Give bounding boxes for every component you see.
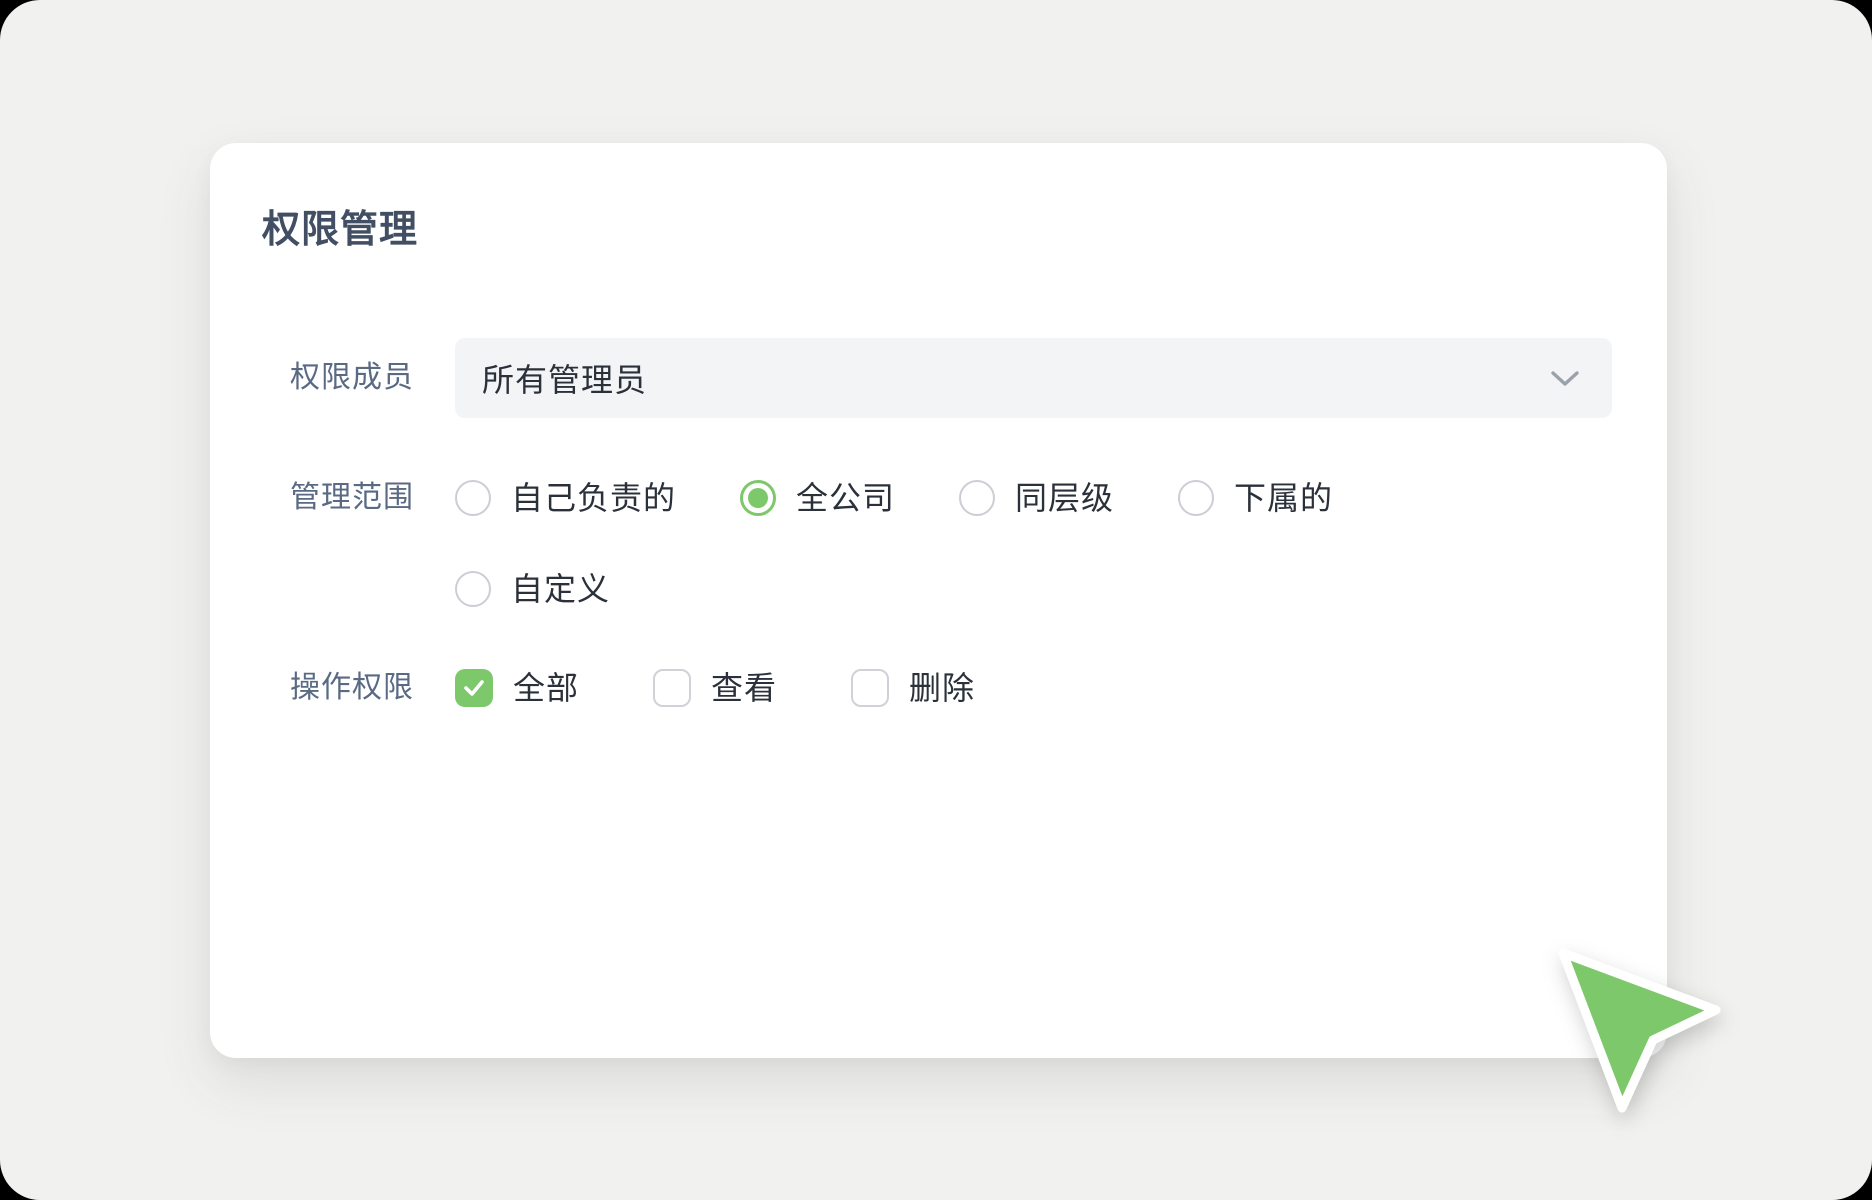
member-label: 权限成员 — [290, 338, 455, 418]
scope-radio-option[interactable]: 全公司 — [740, 480, 895, 516]
actions-checkbox-option[interactable]: 查看 — [653, 669, 777, 707]
scope-option-label: 自己负责的 — [511, 480, 676, 516]
radio-selected-icon[interactable] — [740, 480, 776, 516]
scope-radio-option[interactable]: 同层级 — [959, 480, 1114, 516]
scope-label: 管理范围 — [290, 480, 455, 516]
actions-checkbox-option[interactable]: 全部 — [455, 669, 579, 707]
radio-unselected-icon[interactable] — [455, 480, 491, 516]
member-row: 权限成员 所有管理员 — [290, 338, 1667, 418]
permission-form: 权限成员 所有管理员 管理范围 自己负责的 全公司 同层级 下属的自定义 操作权限 全… — [290, 338, 1667, 707]
actions-checkbox-option[interactable]: 删除 — [851, 669, 975, 707]
member-select[interactable]: 所有管理员 — [455, 338, 1612, 418]
actions-row: 操作权限 全部 查看 删除 — [290, 669, 1667, 707]
scope-radio-option[interactable]: 下属的 — [1178, 480, 1333, 516]
chevron-down-icon — [1550, 369, 1580, 387]
radio-unselected-icon[interactable] — [1178, 480, 1214, 516]
actions-option-label: 查看 — [711, 670, 777, 706]
actions-option-label: 删除 — [909, 670, 975, 706]
scope-option-label: 下属的 — [1234, 480, 1333, 516]
scope-radio-option[interactable]: 自己负责的 — [455, 480, 676, 516]
checkmark-icon — [462, 678, 486, 698]
scope-radio-group: 自己负责的 全公司 同层级 下属的自定义 — [455, 480, 1395, 607]
member-select-value: 所有管理员 — [482, 355, 647, 401]
scope-row: 管理范围 自己负责的 全公司 同层级 下属的自定义 — [290, 480, 1667, 607]
actions-option-label: 全部 — [513, 670, 579, 706]
green-arrow-cursor-icon — [1540, 928, 1750, 1138]
radio-unselected-icon[interactable] — [455, 571, 491, 607]
radio-unselected-icon[interactable] — [959, 480, 995, 516]
checkbox-unchecked-icon[interactable] — [851, 669, 889, 707]
scope-option-label: 自定义 — [511, 571, 610, 607]
permission-card: 权限管理 权限成员 所有管理员 管理范围 自己负责的 全公司 同层级 下属的自定义 操… — [210, 143, 1667, 1058]
actions-checkbox-group: 全部 查看 删除 — [455, 669, 975, 707]
checkbox-checked-icon[interactable] — [455, 669, 493, 707]
scope-option-label: 全公司 — [796, 480, 895, 516]
page-background: 权限管理 权限成员 所有管理员 管理范围 自己负责的 全公司 同层级 下属的自定义 操… — [0, 0, 1872, 1200]
page-title: 权限管理 — [262, 207, 1667, 251]
scope-radio-option[interactable]: 自定义 — [455, 571, 610, 607]
actions-label: 操作权限 — [290, 669, 455, 707]
radio-dot — [748, 488, 768, 508]
checkbox-unchecked-icon[interactable] — [653, 669, 691, 707]
scope-option-label: 同层级 — [1015, 480, 1114, 516]
